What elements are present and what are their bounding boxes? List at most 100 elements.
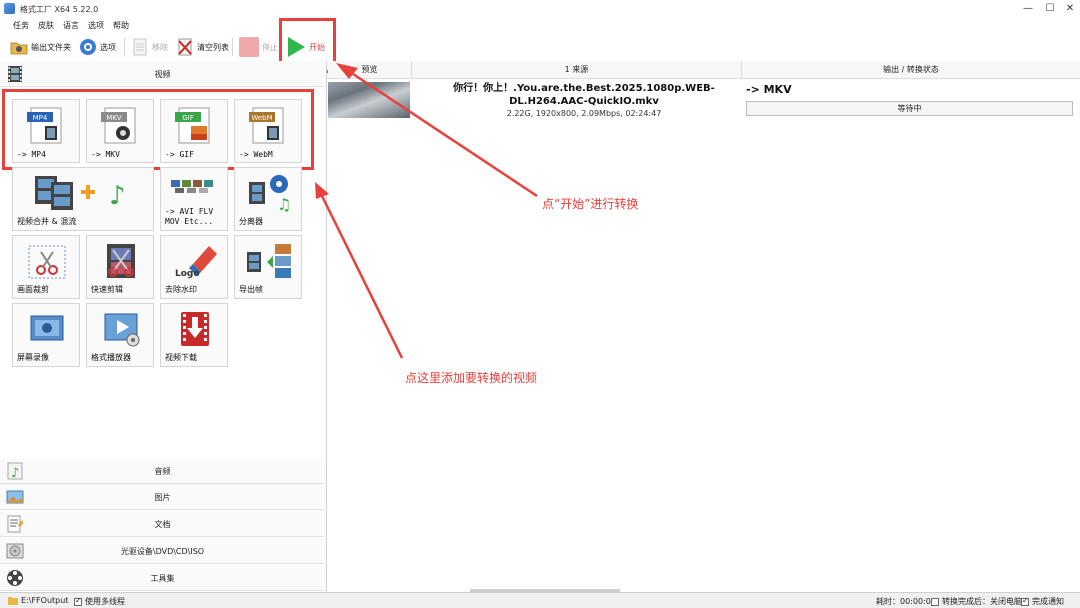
task-fileinfo: 2.22G, 1920x800, 2.09Mbps, 02:24:47 — [506, 109, 662, 118]
tile-remove-watermark[interactable]: Logo 去除水印 — [160, 235, 228, 299]
menu-task[interactable]: 任务 — [13, 20, 29, 31]
tile-video-download[interactable]: 视频下载 — [160, 303, 228, 367]
toolbar-divider — [124, 38, 125, 56]
maximize-button[interactable]: ☐ — [1040, 2, 1060, 16]
app-icon — [4, 3, 15, 14]
category-document[interactable]: 文档 — [0, 511, 325, 537]
task-filename: 你行！你上！.You.are.the.Best.2025.1080p.WEB-D… — [453, 83, 715, 107]
task-status-button[interactable]: 等待中 — [746, 101, 1073, 116]
category-image[interactable]: 图片 — [0, 484, 325, 510]
table-row[interactable]: 你行！你上！.You.are.the.Best.2025.1080p.WEB-D… — [328, 79, 1080, 121]
toolbar-divider — [232, 38, 233, 56]
remove-label: 移除 — [152, 42, 168, 52]
stop-button[interactable]: 停止 — [239, 36, 278, 58]
after-convert-check-icon — [931, 597, 939, 606]
tile-quick-clip[interactable]: 快速剪辑 — [86, 235, 154, 299]
title-bar: 格式工厂 X64 5.22.0 — ☐ ✕ — [0, 0, 1080, 18]
after-convert-checkbox[interactable]: 转换完成后：关闭电脑 — [931, 596, 1022, 607]
category-video[interactable]: 视频 — [0, 61, 325, 87]
menu-options[interactable]: 选项 — [88, 20, 104, 31]
remove-button[interactable]: 移除 — [131, 36, 168, 58]
clear-list-icon — [178, 38, 192, 56]
category-toolbox-label: 工具集 — [150, 574, 175, 583]
column-preview[interactable]: 预览 — [328, 61, 412, 79]
tile-to-avi-flv-mov[interactable]: -> AVI FLV MOV Etc... — [160, 167, 228, 231]
clear-list-label: 清空列表 — [197, 42, 229, 52]
tile-remove-watermark-label: 去除水印 — [165, 285, 197, 294]
options-label: 选项 — [100, 42, 116, 52]
screen-record-icon — [30, 315, 64, 341]
tile-export-frames[interactable]: 导出帧 — [234, 235, 302, 299]
notify-check-icon — [1021, 596, 1029, 606]
folder-icon — [8, 597, 18, 605]
tile-screen-record[interactable]: 屏幕录像 — [12, 303, 80, 367]
task-output-format: -> MKV — [746, 83, 792, 96]
crop-scissors-icon — [28, 245, 66, 279]
column-output-status[interactable]: 输出 / 转换状态 — [742, 61, 1080, 79]
quick-clip-icon — [107, 244, 135, 278]
tile-splitter-label: 分离器 — [239, 217, 263, 226]
tile-export-frames-label: 导出帧 — [239, 285, 263, 294]
multithread-checkbox[interactable]: 使用多线程 — [74, 596, 125, 607]
tile-video-download-label: 视频下载 — [165, 353, 197, 362]
category-audio-label: 音频 — [154, 467, 171, 476]
video-tiles-highlight-box — [2, 89, 314, 170]
stop-icon — [239, 37, 259, 57]
category-document-label: 文档 — [154, 520, 171, 529]
tile-quick-clip-label: 快速剪辑 — [91, 285, 123, 294]
multithread-check-icon — [74, 596, 82, 606]
category-audio[interactable]: ♪ 音频 — [0, 458, 325, 484]
status-bar: E:\FFOutput 使用多线程 耗时：00:00:00 转换完成后：关闭电脑… — [0, 592, 1080, 608]
output-path[interactable]: E:\FFOutput — [8, 596, 68, 605]
clear-list-button[interactable]: 清空列表 — [176, 36, 229, 58]
menu-skin[interactable]: 皮肤 — [38, 20, 54, 31]
download-icon — [181, 312, 209, 346]
gear-icon — [80, 39, 96, 55]
after-convert-label: 转换完成后：关闭电脑 — [942, 597, 1022, 606]
elapsed-time: 耗时：00:00:00 — [876, 596, 936, 607]
tile-video-merge-label: 视频合并 & 混流 — [17, 217, 77, 226]
merge-mux-icon: ♪ — [35, 176, 126, 211]
svg-text:♪: ♪ — [109, 181, 126, 211]
task-list: 预览 1 来源 输出 / 转换状态 你行！你上！.You.are.the.Bes… — [328, 61, 1080, 592]
tile-format-player-label: 格式播放器 — [91, 353, 131, 362]
logo-text: Logo — [175, 269, 200, 279]
tile-crop-label: 画面裁剪 — [17, 285, 49, 294]
minimize-button[interactable]: — — [1018, 2, 1038, 16]
document-remove-icon — [133, 38, 147, 56]
eraser-icon: Logo — [175, 246, 217, 279]
output-folder-button[interactable]: 输出文件夹 — [10, 36, 71, 58]
window-title: 格式工厂 X64 5.22.0 — [20, 5, 99, 14]
menu-help[interactable]: 帮助 — [113, 20, 129, 31]
video-thumbnail — [328, 82, 410, 118]
tile-splitter[interactable]: ♫ 分离器 — [234, 167, 302, 231]
multithread-label: 使用多线程 — [85, 597, 125, 606]
category-image-label: 图片 — [154, 493, 171, 502]
add-hint-annotation: 点这里添加要转换的视频 — [405, 371, 538, 385]
close-button[interactable]: ✕ — [1060, 2, 1080, 16]
category-toolbox[interactable]: 工具集 — [0, 565, 325, 591]
folder-icon — [10, 42, 28, 55]
toolbar: 输出文件夹 选项 移除 清空列表 停止 开始 — [0, 33, 1080, 61]
category-optical-disc-label: 光驱设备\DVD\CD\ISO — [120, 547, 205, 556]
menu-bar: 任务 皮肤 语言 选项 帮助 — [0, 18, 1080, 33]
tile-video-merge[interactable]: ♪ 视频合并 & 混流 — [12, 167, 154, 231]
tile-screen-record-label: 屏幕录像 — [17, 353, 49, 362]
output-folder-label: 输出文件夹 — [31, 42, 71, 52]
column-source[interactable]: 1 来源 — [412, 61, 742, 79]
stop-label: 停止 — [262, 42, 278, 52]
category-video-label: 视频 — [154, 70, 171, 79]
svg-text:♫: ♫ — [277, 195, 291, 212]
splitter-icon: ♫ — [249, 175, 291, 212]
start-hint-annotation: 点“开始”进行转换 — [542, 197, 639, 211]
elapsed-time-label: 耗时：00:00:00 — [876, 597, 936, 606]
tile-format-player[interactable]: 格式播放器 — [86, 303, 154, 367]
category-optical-disc[interactable]: 光驱设备\DVD\CD\ISO — [0, 538, 325, 564]
tile-crop[interactable]: 画面裁剪 — [12, 235, 80, 299]
player-icon — [104, 313, 140, 347]
options-button[interactable]: 选项 — [79, 36, 116, 58]
menu-language[interactable]: 语言 — [63, 20, 79, 31]
notify-checkbox[interactable]: 完成通知 — [1021, 596, 1064, 607]
multi-format-icon — [171, 180, 213, 193]
output-path-label: E:\FFOutput — [21, 596, 69, 605]
